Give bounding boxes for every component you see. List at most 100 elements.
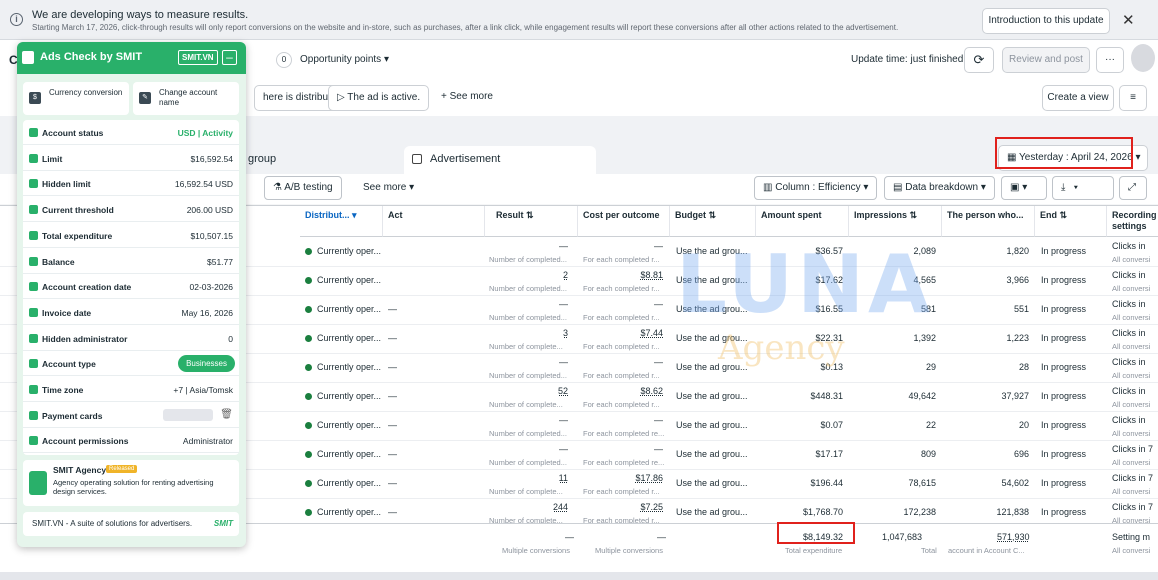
cell-result: — xyxy=(559,299,568,309)
cell-result: — xyxy=(559,241,568,251)
status-dot-icon xyxy=(305,422,312,429)
sliders-icon[interactable]: ≡ xyxy=(1119,85,1147,111)
cell-status: Currently oper... xyxy=(305,275,381,285)
cell-act: — xyxy=(388,333,397,343)
panel-badge[interactable]: SMIT.VN xyxy=(178,50,218,65)
column-header-recording[interactable]: Recording settings xyxy=(1107,206,1158,237)
edit-icon: ✎ xyxy=(139,92,151,104)
close-icon[interactable]: ✕ xyxy=(1122,11,1135,29)
info-icon: i xyxy=(10,13,23,26)
column-header-act[interactable]: Act xyxy=(383,206,485,237)
cell-end: In progress xyxy=(1041,507,1086,517)
cell-result: — xyxy=(559,444,568,454)
cell-result_sub: Number of complete... xyxy=(489,342,563,351)
more-options-button[interactable]: ··· xyxy=(1096,47,1124,73)
cell-act: — xyxy=(388,391,397,401)
filter-chip-active[interactable]: ▷ The ad is active. xyxy=(328,85,430,111)
panel-row-icon xyxy=(29,436,38,446)
cell-cost: $7.25 xyxy=(640,502,663,512)
cell-result_sub: Number of complete... xyxy=(489,487,563,496)
column-header-result[interactable]: Result ⇅ xyxy=(485,206,578,237)
account-type-badge: Businesses xyxy=(178,355,235,373)
cell-impressions: 29 xyxy=(926,362,936,372)
cell-status: Currently oper... xyxy=(317,304,381,314)
cell-rec: Clicks in 7 xyxy=(1112,473,1156,483)
cell-status: Currently oper... xyxy=(305,362,381,372)
see-more-toolbar[interactable]: See more ▾ xyxy=(363,182,414,193)
cell-result: — xyxy=(559,444,568,454)
notice-title: We are developing ways to measure result… xyxy=(32,9,249,21)
create-view-button[interactable]: Create a view xyxy=(1042,85,1114,111)
cell-cost_sub: For each completed r... xyxy=(583,313,660,322)
cell-act: — xyxy=(388,449,397,459)
panel-row-icon xyxy=(29,359,38,369)
column-header-amount[interactable]: Amount spent xyxy=(756,206,849,237)
promo-card[interactable]: SMIT Agency Released Agency operating so… xyxy=(23,460,239,506)
currency-conversion-button[interactable]: $ Currency conversion xyxy=(23,82,129,115)
cell-cost_sub: For each completed r... xyxy=(583,400,667,409)
ab-testing-button[interactable]: ⚗ A/B testing xyxy=(264,176,342,200)
cell-result: — xyxy=(559,357,568,367)
cell-person: 28 xyxy=(1019,362,1029,372)
tab-ad-group[interactable]: group xyxy=(230,146,398,174)
horizontal-scrollbar[interactable] xyxy=(0,572,1158,580)
export-icon[interactable]: ⤓ ▾ xyxy=(1052,176,1114,200)
cell-person: 3,966 xyxy=(1006,275,1029,285)
cell-end: In progress xyxy=(1041,246,1087,256)
review-post-button[interactable]: Review and post xyxy=(1002,47,1090,73)
cell-person: 54,602 xyxy=(1001,478,1029,488)
cell-cost: — xyxy=(654,415,663,425)
status-dot-icon xyxy=(305,451,312,458)
refresh-icon[interactable]: ⟳ xyxy=(964,47,994,73)
chart-icon[interactable]: ⤢ xyxy=(1119,176,1147,200)
panel-header: Ads Check by SMIT SMIT.VN – xyxy=(17,42,246,74)
cell-result: — xyxy=(559,241,568,251)
chevron-down-icon: ▾ xyxy=(383,54,389,65)
change-account-name-button[interactable]: ✎ Change account name xyxy=(133,82,239,115)
panel-row-icon xyxy=(29,307,38,317)
cell-rec_sub: All conversi xyxy=(1112,284,1151,293)
update-intro-button[interactable]: Introduction to this update xyxy=(982,8,1110,34)
cell-budget: Use the ad grou... xyxy=(676,420,750,430)
avatar[interactable] xyxy=(1131,44,1155,72)
cell-cost: — xyxy=(654,444,663,454)
smit-logo: SMIT xyxy=(213,519,233,528)
cell-cost: $7.44 xyxy=(640,328,663,338)
report-icon[interactable]: ▣ ▾ xyxy=(1001,176,1047,200)
cell-result_sub: Number of completed... xyxy=(489,284,573,293)
cell-budget: Use the ad grou... xyxy=(676,449,750,459)
column-selector[interactable]: ▥ Column : Efficiency ▾ xyxy=(754,176,878,200)
cell-impressions: 22 xyxy=(926,420,936,430)
cell-status: Currently oper... xyxy=(317,507,381,517)
cell-status: Currently oper... xyxy=(317,391,381,401)
cell-cost_sub: For each completed re... xyxy=(583,458,665,467)
chevron-down-icon: ▾ xyxy=(1135,152,1141,163)
cell-status: Currently oper... xyxy=(305,246,381,256)
column-header-budget[interactable]: Budget ⇅ xyxy=(670,206,756,237)
trash-icon[interactable]: 🗑 xyxy=(220,409,233,420)
column-header-person[interactable]: The person who... xyxy=(942,206,1035,237)
see-more-filters[interactable]: + See more xyxy=(441,91,493,102)
cell-impressions: 49,642 xyxy=(908,391,936,401)
column-header-distribution[interactable]: Distribut... ▾ xyxy=(300,206,383,237)
cell-act: — xyxy=(388,420,397,430)
opportunity-label[interactable]: Opportunity points ▾ xyxy=(300,54,389,65)
cell-impressions: 49,642 xyxy=(908,391,936,401)
panel-row: Account permissions Administrator xyxy=(23,428,239,454)
column-header-impressions[interactable]: Impressions ⇅ xyxy=(849,206,942,237)
panel-footer[interactable]: SMIT.VN - A suite of solutions for adver… xyxy=(23,512,239,536)
panel-row-label: Invoice date xyxy=(42,307,92,318)
minimize-icon[interactable]: – xyxy=(222,50,237,65)
cell-result: — xyxy=(559,415,568,425)
cell-result_sub: Number of completed... xyxy=(489,313,567,322)
breakdown-icon: ▤ xyxy=(893,182,906,193)
status-dot-icon xyxy=(305,306,312,313)
column-header-end[interactable]: End ⇅ xyxy=(1035,206,1107,237)
cell-end: In progress xyxy=(1041,478,1086,488)
column-header-cost[interactable]: Cost per outcome xyxy=(578,206,670,237)
breakdown-selector[interactable]: ▤ Data breakdown ▾ xyxy=(884,176,995,200)
panel-row: Account status USD | Activity xyxy=(23,120,239,145)
cell-end: In progress xyxy=(1041,362,1087,372)
panel-row-value: 206.00 USD xyxy=(186,205,233,216)
tab-advertisement[interactable]: Advertisement xyxy=(404,146,596,174)
